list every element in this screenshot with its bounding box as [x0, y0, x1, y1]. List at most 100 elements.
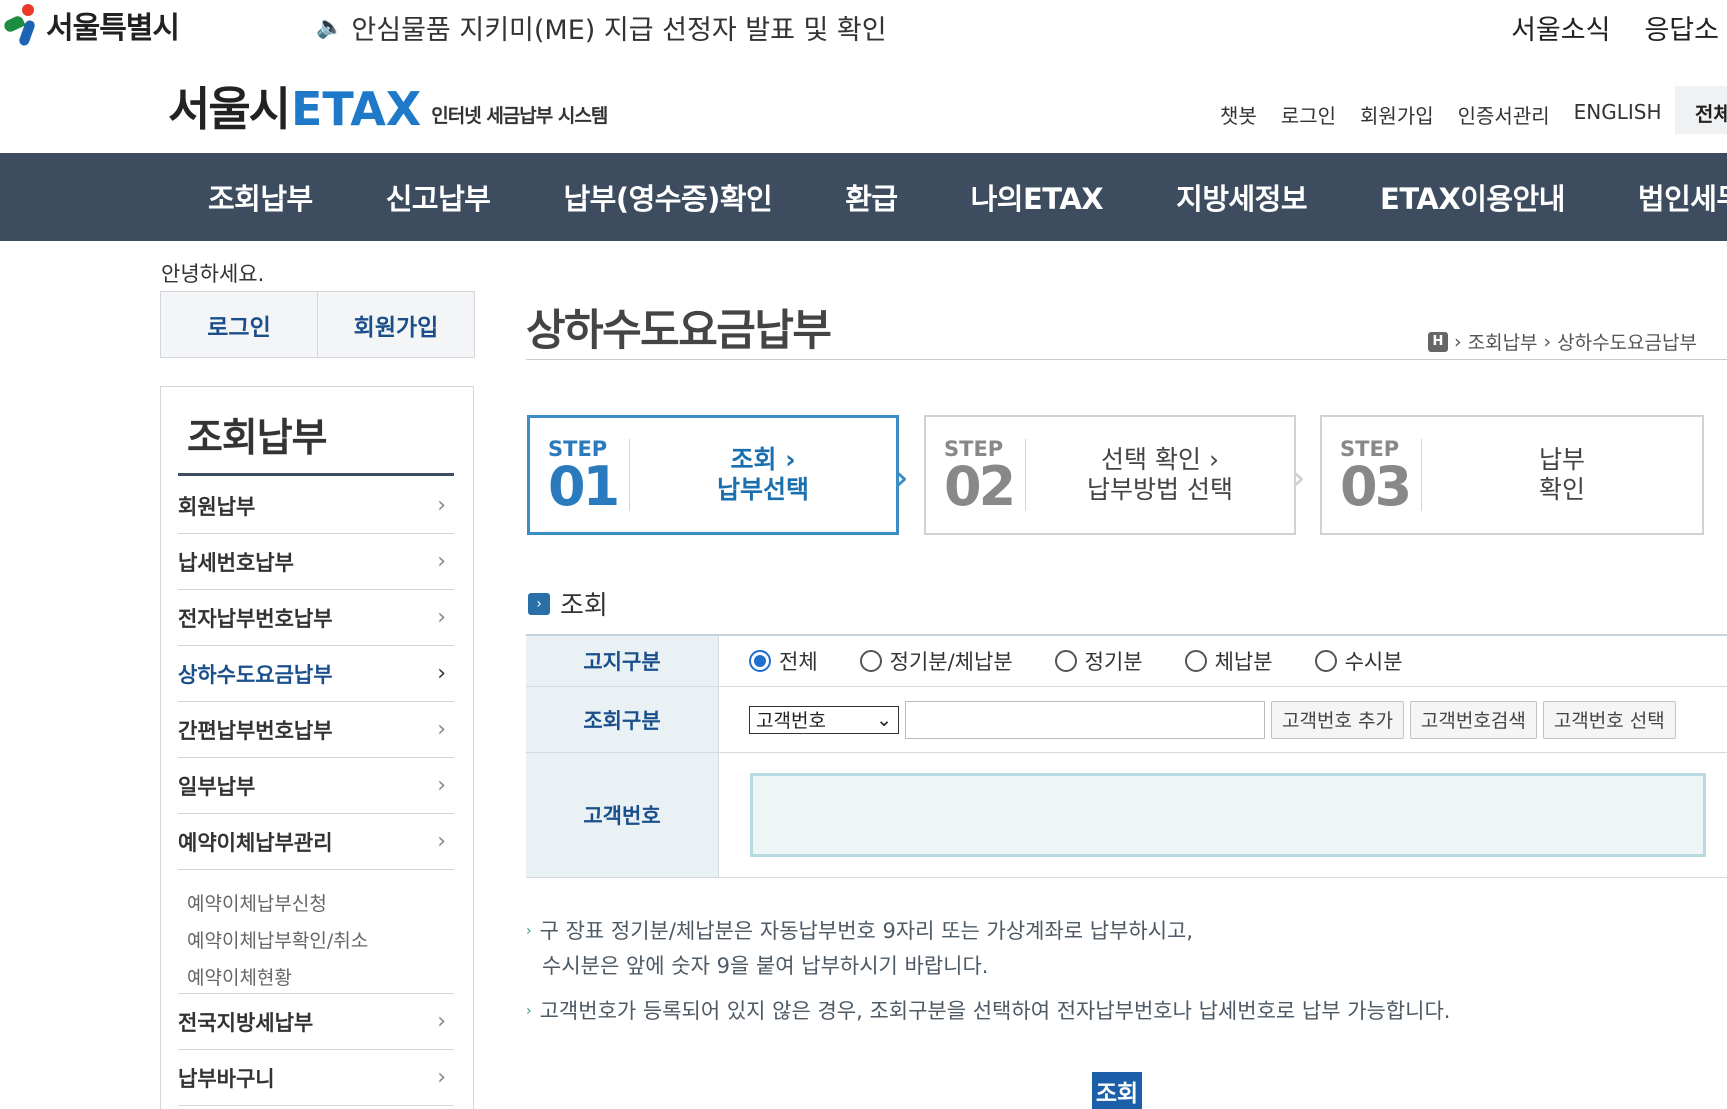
nav-item-local-tax-info[interactable]: 지방세정보 — [1176, 176, 1307, 218]
step-desc-line2: 확인 — [1538, 475, 1585, 504]
radio-regular[interactable]: 정기분 — [1054, 646, 1143, 676]
sidebar-item-water-fee[interactable]: 상하수도요금납부 › — [178, 646, 454, 702]
step-desc-line2: 납부방법 선택 — [1087, 475, 1233, 504]
radio-label: 정기분 — [1084, 650, 1143, 674]
inquiry-form: 고지구분 전체 정기분/체납분 정기분 체납분 수시분 조회구분 고객번호 ⌄ … — [526, 634, 1727, 878]
etax-logo-sub: 인터넷 세금납부 시스템 — [431, 105, 608, 127]
nav-item-report-pay[interactable]: 신고납부 — [386, 176, 491, 218]
nav-item-receipt[interactable]: 납부(영수증)확인 — [563, 176, 772, 218]
sidebar-item-label: 간편납부번호납부 — [178, 718, 333, 743]
sidebar-item-label: 납부바구니 — [178, 1066, 275, 1091]
top-links: 서울소식 응답소 — [1511, 8, 1719, 47]
chevron-down-icon: ⌄ — [876, 708, 892, 731]
nav-item-corporate[interactable]: 법인세무지 — [1638, 176, 1727, 218]
sidebar-subitem-confirm-cancel[interactable]: 예약이체납부확인/취소 — [187, 926, 368, 953]
note-line: 고객번호가 등록되어 있지 않은 경우, 조회구분을 선택하여 전자납부번호나 … — [539, 999, 1451, 1023]
sidebar-item-partial-pay[interactable]: 일부납부 › — [178, 758, 454, 814]
step-num: 03 — [1340, 455, 1412, 518]
sidebar-item-tax-no-pay[interactable]: 납세번호납부 › — [178, 534, 454, 590]
top-notice[interactable]: 🔈 안심물품 지키미(ME) 지급 선정자 발표 및 확인 — [316, 8, 887, 47]
step-desc-line1: 납부 — [1538, 445, 1585, 474]
sidebar-item-national-local-tax[interactable]: 전국지방세납부 › — [178, 994, 454, 1050]
nav-item-inquiry-pay[interactable]: 조회납부 — [208, 176, 313, 218]
notice-type-options: 전체 정기분/체납분 정기분 체납분 수시분 — [719, 636, 1727, 686]
sidebar-menu: 조회납부 회원납부 › 납세번호납부 › 전자납부번호납부 › 상하수도요금납부… — [160, 386, 474, 1109]
query-type-controls: 고객번호 ⌄ 고객번호 추가 고객번호검색 고객번호 선택 — [719, 687, 1727, 752]
sidebar-title-divider — [178, 473, 454, 476]
search-customer-number-button[interactable]: 고객번호검색 — [1409, 700, 1537, 739]
radio-arrears[interactable]: 체납분 — [1184, 646, 1273, 676]
sidebar-item-auto-transfer[interactable]: 예약이체납부관리 › — [178, 814, 454, 870]
step-desc: 선택 확인 › 납부방법 선택 — [1026, 445, 1294, 505]
step-desc-line2: 납부선택 — [716, 475, 809, 504]
customer-number-textarea[interactable] — [750, 773, 1706, 857]
util-login[interactable]: 로그인 — [1281, 100, 1336, 129]
chevron-right-icon: › — [437, 829, 446, 854]
breadcrumb-item[interactable]: 조회납부 — [1468, 328, 1538, 355]
util-english[interactable]: ENGLISH — [1574, 100, 1662, 129]
radio-occasional-input[interactable] — [1314, 650, 1337, 672]
top-link-eungdapso[interactable]: 응답소 — [1644, 8, 1719, 47]
sidebar-subitem-status[interactable]: 예약이체현황 — [187, 963, 292, 990]
etax-logo[interactable]: 서울시 ETAX 인터넷 세금납부 시스템 — [168, 82, 608, 136]
step-num: 01 — [548, 455, 620, 518]
nav-item-etax-guide[interactable]: ETAX이용안내 — [1380, 176, 1565, 218]
chevron-right-icon: › — [437, 605, 446, 630]
radio-occasional[interactable]: 수시분 — [1314, 646, 1403, 676]
notice-text-2: › 고객번호가 등록되어 있지 않은 경우, 조회구분을 선택하여 전자납부번호나… — [526, 994, 1450, 1029]
sidebar-login-button[interactable]: 로그인 — [161, 292, 318, 357]
query-type-select[interactable]: 고객번호 ⌄ — [749, 705, 899, 734]
sidebar-item-simple-pay-no[interactable]: 간편납부번호납부 › — [178, 702, 454, 758]
step-desc-line1: 선택 확인 › — [1101, 445, 1219, 474]
radio-all[interactable]: 전체 — [749, 646, 818, 676]
page-title: 상하수도요금납부 — [526, 306, 832, 356]
customer-number-area — [719, 753, 1727, 877]
all-menu-button[interactable]: 전체 — [1675, 86, 1727, 134]
nav-item-my-etax[interactable]: 나의ETAX — [971, 176, 1104, 218]
radio-regular-arrears-input[interactable] — [859, 650, 882, 672]
radio-all-input[interactable] — [749, 650, 771, 672]
form-row-notice-type: 고지구분 전체 정기분/체납분 정기분 체납분 수시분 — [526, 636, 1727, 687]
radio-regular-input[interactable] — [1054, 650, 1077, 672]
util-chatbot[interactable]: 챗봇 — [1220, 100, 1257, 129]
sidebar-title: 조회납부 — [187, 416, 328, 461]
sidebar-subitem-apply[interactable]: 예약이체납부신청 — [187, 889, 327, 916]
step-number: STEP 02 — [926, 439, 1026, 518]
query-type-selected: 고객번호 — [756, 710, 826, 732]
sidebar-signup-button[interactable]: 회원가입 — [318, 292, 474, 357]
section-bullet-icon: › — [528, 592, 550, 615]
step-num: 02 — [944, 455, 1016, 518]
search-button[interactable]: 조회 — [1092, 1072, 1142, 1109]
section-title-text: 조회 — [560, 591, 608, 621]
etax-logo-etax: ETAX — [290, 82, 422, 136]
sidebar-item-e-pay-no[interactable]: 전자납부번호납부 › — [178, 590, 454, 646]
radio-label: 전체 — [779, 650, 818, 674]
breadcrumb-item-current: 상하수도요금납부 — [1557, 332, 1697, 354]
sidebar-item-label: 상하수도요금납부 — [178, 662, 333, 687]
radio-regular-arrears[interactable]: 정기분/체납분 — [859, 646, 1013, 676]
top-link-news[interactable]: 서울소식 — [1511, 8, 1610, 47]
nav-item-refund[interactable]: 환급 — [845, 176, 898, 218]
top-notice-text[interactable]: 안심물품 지키미(ME) 지급 선정자 발표 및 확인 — [351, 8, 886, 47]
sidebar-item-member-pay[interactable]: 회원납부 › — [178, 478, 454, 534]
greeting: 안녕하세요. — [161, 262, 265, 286]
sidebar-item-pay-basket[interactable]: 납부바구니 › — [178, 1050, 454, 1106]
customer-number-input[interactable] — [905, 700, 1265, 739]
home-icon[interactable]: H — [1428, 331, 1448, 352]
chevron-right-icon: › — [437, 773, 446, 798]
seoul-logo[interactable]: 서울특별시 — [0, 0, 180, 50]
step-number: STEP 01 — [530, 439, 630, 518]
step-desc: 조회 › 납부선택 — [630, 445, 896, 505]
add-customer-number-button[interactable]: 고객번호 추가 — [1271, 700, 1404, 739]
form-row-customer-number: 고객번호 — [526, 753, 1727, 878]
util-cert[interactable]: 인증서관리 — [1458, 100, 1550, 129]
section-title: › 조회 — [528, 585, 608, 622]
radio-arrears-input[interactable] — [1184, 650, 1207, 672]
breadcrumb: H › 조회납부 › 상하수도요금납부 — [1428, 328, 1697, 355]
breadcrumb-sep: › — [1454, 330, 1462, 353]
util-signup[interactable]: 회원가입 — [1360, 100, 1434, 129]
select-customer-number-button[interactable]: 고객번호 선택 — [1542, 700, 1676, 739]
chevron-right-icon: › — [437, 717, 446, 742]
form-row-query-type: 조회구분 고객번호 ⌄ 고객번호 추가 고객번호검색 고객번호 선택 — [526, 687, 1727, 753]
sidebar-item-label: 일부납부 — [178, 774, 256, 799]
